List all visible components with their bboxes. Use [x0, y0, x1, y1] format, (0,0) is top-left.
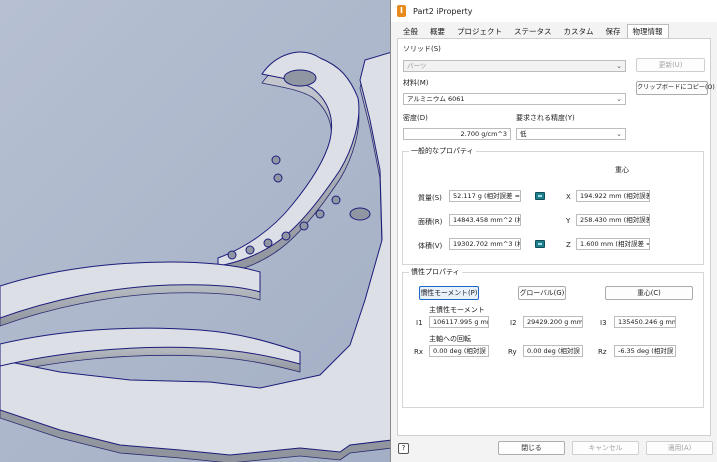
- solid-select: パーツ ⌄: [403, 60, 626, 72]
- tab-save[interactable]: 保存: [600, 24, 627, 39]
- inertial-properties-group: 慣性プロパティ 慣性モーメント(P) グローバル(G) 重心(C) 主慣性モーメ…: [402, 267, 704, 408]
- copy-to-clipboard-button[interactable]: クリップボードにコピー(O): [636, 81, 715, 95]
- window-title: Part2 iProperty: [413, 6, 473, 16]
- physical-panel: ソリッド(S) パーツ ⌄ 更新(U) クリップボードにコピー(O) 材料(M)…: [397, 38, 715, 436]
- global-button[interactable]: グローバル(G): [518, 286, 566, 300]
- solid-label: ソリッド(S): [403, 45, 441, 53]
- area-field[interactable]: 14843.458 mm^2 (相対: [449, 214, 521, 226]
- i1-label: I1: [416, 319, 423, 327]
- ry-label: Ry: [508, 348, 517, 356]
- tab-status[interactable]: ステータス: [508, 24, 558, 39]
- tab-general[interactable]: 全般: [397, 24, 424, 39]
- tab-summary[interactable]: 概要: [424, 24, 451, 39]
- help-icon[interactable]: ?: [398, 443, 409, 454]
- rx-label: Rx: [414, 348, 424, 356]
- part-model[interactable]: [0, 0, 392, 462]
- apply-button[interactable]: 適用(A): [646, 441, 713, 455]
- mass-field[interactable]: 52.117 g (相対誤差 =: [449, 190, 521, 202]
- solid-value: パーツ: [407, 62, 427, 70]
- close-button[interactable]: 閉じる: [498, 441, 565, 455]
- chevron-down-icon: ⌄: [616, 95, 622, 103]
- rotation-label: 主軸への回転: [429, 335, 471, 343]
- x-label: X: [566, 193, 571, 201]
- material-label: 材料(M): [403, 79, 429, 87]
- i2-field[interactable]: 29429.200 g mm^: [523, 316, 583, 328]
- z-label: Z: [566, 241, 571, 249]
- rz-label: Rz: [598, 348, 607, 356]
- chevron-down-icon: ⌄: [616, 130, 622, 138]
- material-value: アルミニウム 6061: [407, 95, 465, 103]
- general-properties-title: 一般的なプロパティ: [409, 146, 476, 156]
- y-label: Y: [566, 217, 571, 225]
- area-label: 面積(R): [418, 218, 443, 226]
- title-bar: I Part2 iProperty: [391, 0, 717, 22]
- i1-field[interactable]: 106117.995 g mm: [429, 316, 489, 328]
- i2-label: I2: [510, 319, 517, 327]
- rx-field[interactable]: 0.00 deg (相対誤: [429, 345, 489, 357]
- general-properties-group: 一般的なプロパティ 重心 質量(S) 52.117 g (相対誤差 = 面積(R…: [402, 146, 704, 265]
- ry-field[interactable]: 0.00 deg (相対誤: [523, 345, 583, 357]
- rz-field[interactable]: -6.35 deg (相対誤: [614, 345, 676, 357]
- i3-field[interactable]: 135450.246 g mm: [614, 316, 676, 328]
- density-label: 密度(D): [403, 114, 428, 122]
- tab-physical[interactable]: 物理情報: [626, 24, 669, 39]
- cancel-button[interactable]: キャンセル: [572, 441, 639, 455]
- i3-label: I3: [600, 319, 607, 327]
- calculator-icon[interactable]: [535, 240, 545, 248]
- graphics-viewport[interactable]: [0, 0, 392, 462]
- accuracy-label: 要求される精度(Y): [516, 114, 575, 122]
- mass-label: 質量(S): [418, 194, 442, 202]
- principal-moments-button[interactable]: 慣性モーメント(P): [419, 286, 479, 300]
- principal-moments-label: 主慣性モーメント: [429, 306, 485, 314]
- inventor-logo-icon: I: [397, 5, 406, 17]
- tab-strip: 全般 概要 プロジェクト ステータス カスタム 保存 物理情報: [397, 24, 669, 39]
- density-field[interactable]: 2.700 g/cm^3: [403, 128, 511, 140]
- cg-x-field[interactable]: 194.922 mm (相対誤差: [576, 190, 650, 202]
- cg-z-field[interactable]: 1.600 mm (相対誤差 =: [576, 238, 650, 250]
- center-of-gravity-label: 重心: [615, 166, 629, 174]
- tab-project[interactable]: プロジェクト: [451, 24, 508, 39]
- volume-label: 体積(V): [418, 242, 443, 250]
- inertial-properties-title: 慣性プロパティ: [409, 267, 462, 277]
- accuracy-select[interactable]: 低 ⌄: [516, 128, 626, 140]
- material-select[interactable]: アルミニウム 6061 ⌄: [403, 93, 626, 105]
- calculator-icon[interactable]: [535, 192, 545, 200]
- update-button[interactable]: 更新(U): [636, 58, 705, 72]
- accuracy-value: 低: [520, 130, 527, 138]
- chevron-down-icon: ⌄: [616, 62, 622, 70]
- tab-custom[interactable]: カスタム: [558, 24, 600, 39]
- volume-field[interactable]: 19302.702 mm^3 (相対: [449, 238, 521, 250]
- center-of-gravity-button[interactable]: 重心(C): [605, 286, 693, 300]
- iproperty-dialog: I Part2 iProperty 全般 概要 プロジェクト ステータス カスタ…: [390, 0, 717, 462]
- cg-y-field[interactable]: 258.430 mm (相対誤差: [576, 214, 650, 226]
